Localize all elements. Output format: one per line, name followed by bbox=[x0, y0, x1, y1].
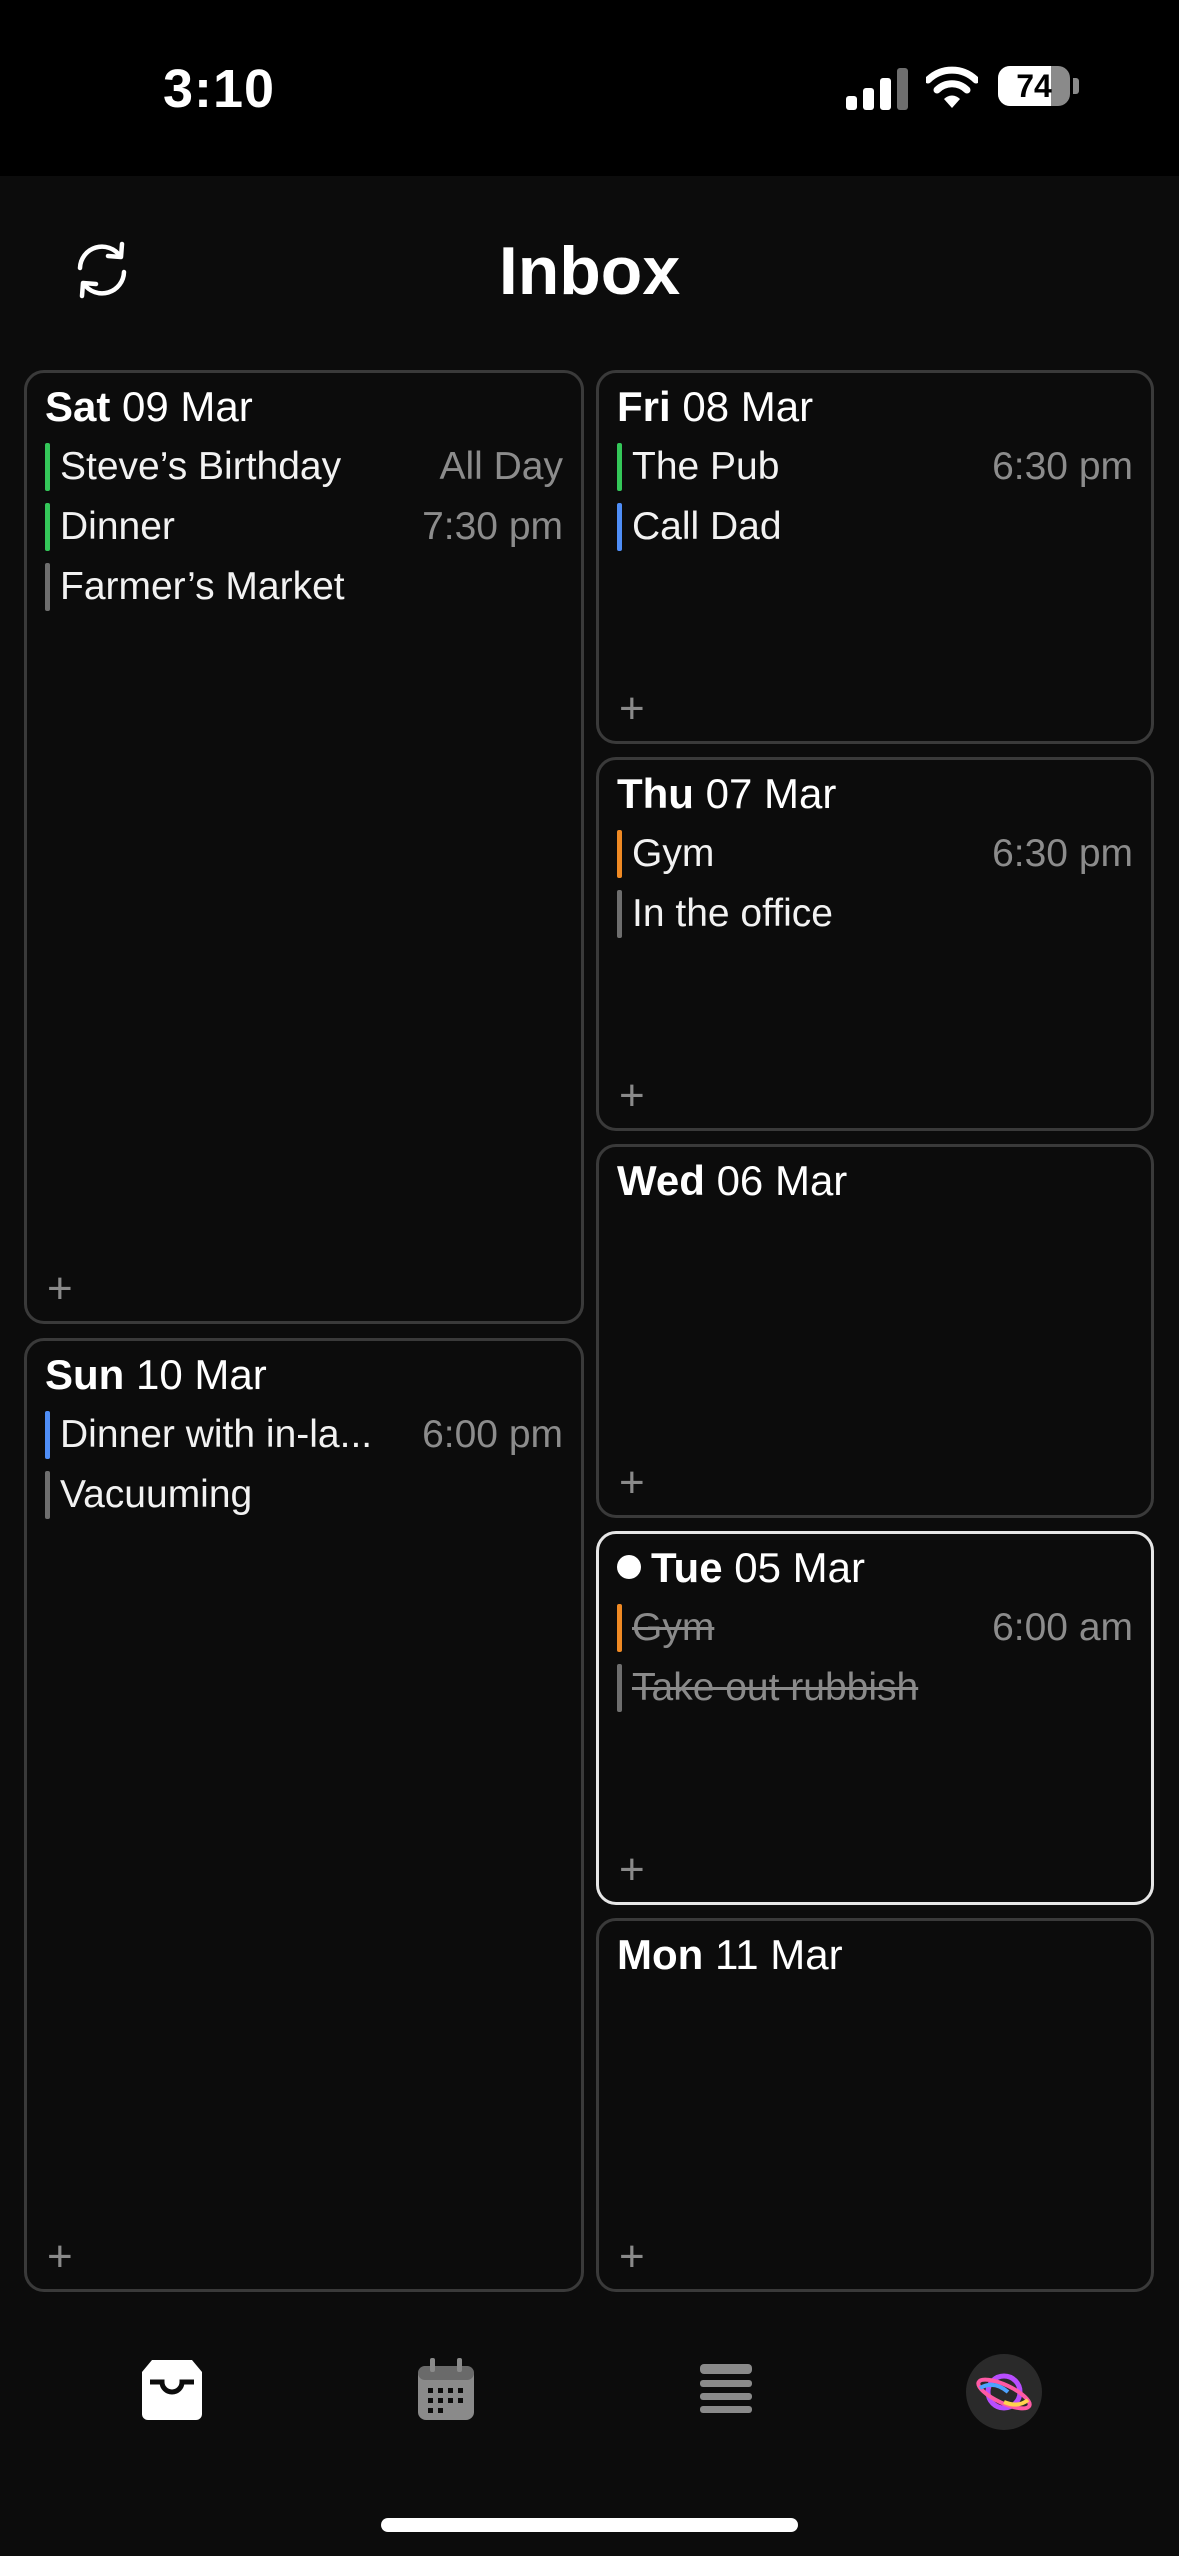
day-card-sun[interactable]: Sun 10 Mar Dinner with in-la... 6:00 pm Vac… bbox=[24, 1338, 584, 2292]
event-item[interactable]: Call Dad bbox=[617, 501, 1133, 553]
event-color-bar bbox=[45, 563, 50, 611]
day-header: Mon 11 Mar bbox=[617, 1931, 843, 1979]
event-title: Gym bbox=[632, 1606, 715, 1649]
event-title: Farmer’s Market bbox=[60, 565, 345, 608]
home-indicator bbox=[381, 2518, 798, 2532]
event-color-bar bbox=[45, 503, 50, 551]
event-title: Vacuuming bbox=[60, 1473, 253, 1516]
status-bar: 3:10 74 bbox=[0, 0, 1179, 176]
add-event-button[interactable]: + bbox=[47, 1267, 83, 1311]
event-color-bar bbox=[45, 443, 50, 491]
event-title: In the office bbox=[632, 892, 833, 935]
event-item[interactable]: Farmer’s Market bbox=[45, 561, 563, 613]
day-date: 11 Mar bbox=[714, 1931, 843, 1978]
event-color-bar bbox=[617, 503, 622, 551]
day-header: Fri 08 Mar bbox=[617, 383, 813, 431]
event-title: Call Dad bbox=[632, 505, 782, 548]
event-color-bar bbox=[617, 1604, 622, 1652]
inbox-tray-icon[interactable] bbox=[132, 2352, 212, 2432]
day-date: 05 Mar bbox=[734, 1544, 865, 1591]
header: Inbox bbox=[0, 176, 1179, 366]
event-title: The Pub bbox=[632, 445, 780, 488]
battery-tip bbox=[1073, 78, 1079, 94]
today-dot-icon bbox=[617, 1554, 641, 1579]
event-color-bar bbox=[617, 890, 622, 938]
day-of-week: Sat bbox=[45, 383, 111, 430]
event-color-bar bbox=[617, 830, 622, 878]
day-card-mon[interactable]: Mon 11 Mar + bbox=[596, 1918, 1154, 2292]
event-color-bar bbox=[45, 1411, 50, 1459]
calendar-icon[interactable] bbox=[406, 2352, 486, 2432]
event-color-bar bbox=[45, 1471, 50, 1519]
cellular-signal-icon bbox=[846, 66, 910, 110]
event-title: Dinner bbox=[60, 505, 175, 548]
event-time: 6:30 pm bbox=[992, 832, 1133, 875]
add-event-button[interactable]: + bbox=[619, 1074, 655, 1118]
add-event-button[interactable]: + bbox=[619, 1461, 655, 1505]
wifi-icon bbox=[926, 66, 978, 108]
day-header: Wed 06 Mar bbox=[617, 1157, 847, 1205]
day-of-week: Tue bbox=[651, 1544, 723, 1591]
day-card-sat[interactable]: Sat 09 Mar Steve’s Birthday All Day Dinner 7… bbox=[24, 370, 584, 1324]
event-title: Steve’s Birthday bbox=[60, 445, 342, 488]
day-card-fri[interactable]: Fri 08 Mar The Pub 6:30 pm Call Dad + bbox=[596, 370, 1154, 744]
day-of-week: Mon bbox=[617, 1931, 704, 1978]
event-title: Dinner with in-la... bbox=[60, 1413, 373, 1456]
event-time: 6:30 pm bbox=[992, 445, 1133, 488]
event-item[interactable]: Gym 6:30 pm bbox=[617, 828, 1133, 880]
day-card-thu[interactable]: Thu 07 Mar Gym 6:30 pm In the office + bbox=[596, 757, 1154, 1131]
event-item[interactable]: Dinner with in-la... 6:00 pm bbox=[45, 1409, 563, 1461]
event-time: 6:00 pm bbox=[422, 1413, 563, 1456]
add-event-button[interactable]: + bbox=[47, 2235, 83, 2279]
event-item[interactable]: Gym 6:00 am bbox=[617, 1602, 1133, 1654]
day-card-wed[interactable]: Wed 06 Mar + bbox=[596, 1144, 1154, 1518]
day-of-week: Sun bbox=[45, 1351, 125, 1398]
page-title: Inbox bbox=[498, 233, 681, 309]
event-item[interactable]: Take out rubbish bbox=[617, 1662, 1133, 1714]
event-color-bar bbox=[617, 1664, 622, 1712]
day-header: Sun 10 Mar bbox=[45, 1351, 267, 1399]
day-of-week: Fri bbox=[617, 383, 671, 430]
event-item[interactable]: The Pub 6:30 pm bbox=[617, 441, 1133, 493]
day-date: 09 Mar bbox=[122, 383, 253, 430]
day-date: 10 Mar bbox=[136, 1351, 267, 1398]
event-time: All Day bbox=[439, 445, 563, 488]
add-event-button[interactable]: + bbox=[619, 687, 655, 731]
day-date: 06 Mar bbox=[716, 1157, 848, 1204]
day-header: Tue 05 Mar bbox=[617, 1544, 865, 1592]
battery-icon: 74 bbox=[998, 66, 1070, 106]
event-title: Gym bbox=[632, 832, 715, 875]
event-item[interactable]: In the office bbox=[617, 888, 1133, 940]
event-time: 7:30 pm bbox=[422, 505, 563, 548]
add-event-button[interactable]: + bbox=[619, 1848, 655, 1892]
day-date: 07 Mar bbox=[705, 770, 837, 817]
event-color-bar bbox=[617, 443, 622, 491]
day-header: Sat 09 Mar bbox=[45, 383, 253, 431]
event-time: 6:00 am bbox=[992, 1606, 1133, 1649]
day-header: Thu 07 Mar bbox=[617, 770, 836, 818]
status-time: 3:10 bbox=[163, 59, 276, 119]
day-date: 08 Mar bbox=[682, 383, 814, 430]
battery-percent: 74 bbox=[1016, 68, 1052, 104]
add-event-button[interactable]: + bbox=[619, 2235, 655, 2279]
event-item[interactable]: Vacuuming bbox=[45, 1469, 563, 1521]
event-item[interactable]: Dinner 7:30 pm bbox=[45, 501, 563, 553]
event-item[interactable]: Steve’s Birthday All Day bbox=[45, 441, 563, 493]
day-card-tue[interactable]: Tue 05 Mar Gym 6:00 am Take out rubbish + bbox=[596, 1531, 1154, 1905]
orb-planet-icon[interactable] bbox=[964, 2352, 1044, 2432]
stacked-list-icon[interactable] bbox=[686, 2352, 766, 2432]
day-of-week: Thu bbox=[617, 770, 694, 817]
day-of-week: Wed bbox=[617, 1157, 705, 1204]
event-title: Take out rubbish bbox=[632, 1666, 919, 1709]
tab-bar bbox=[0, 2310, 1179, 2470]
